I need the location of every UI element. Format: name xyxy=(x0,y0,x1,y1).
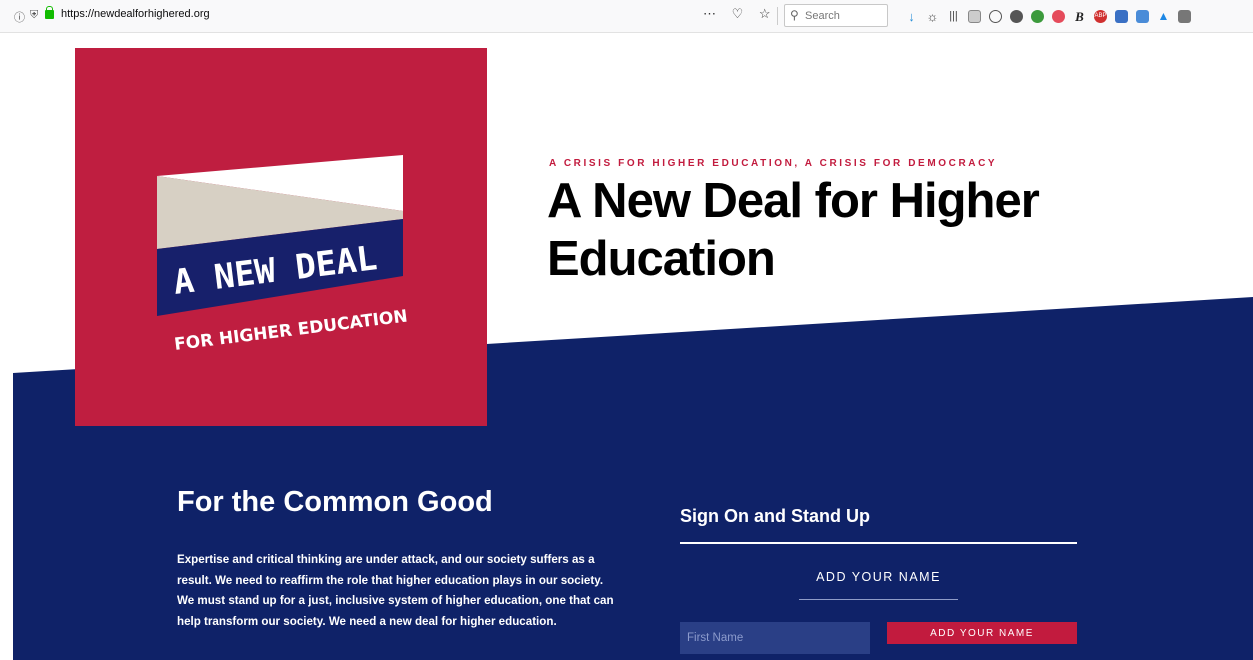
camera-icon[interactable] xyxy=(1178,9,1191,23)
extension-icon[interactable] xyxy=(1031,9,1044,23)
hero-eyebrow: A CRISIS FOR HIGHER EDUCATION, A CRISIS … xyxy=(549,158,998,169)
save-icon[interactable] xyxy=(1115,9,1128,23)
sign-on-divider xyxy=(680,542,1077,544)
extension-icons: ↓ ☼ ||| B ABP ▲ xyxy=(905,6,1191,26)
hero-section: A NEW DEAL FOR HIGHER EDUCATION A CRISIS… xyxy=(0,34,1253,660)
sign-on-title: Sign On and Stand Up xyxy=(680,506,870,526)
common-good-body: Expertise and critical thinking are unde… xyxy=(177,553,614,628)
shield-icon[interactable] xyxy=(1052,9,1065,23)
page-actions-menu[interactable]: ⋯ ♡ ☆ xyxy=(703,6,777,22)
info-icon[interactable]: ⓘ xyxy=(14,9,25,25)
page-title: A New Deal for Higher Education xyxy=(547,174,1040,286)
gear-icon[interactable]: ☼ xyxy=(926,10,939,23)
form-heading-underline xyxy=(799,599,958,600)
library-icon[interactable]: ||| xyxy=(947,10,960,23)
common-good-title: For the Common Good xyxy=(177,486,493,518)
search-icon: ⚲ xyxy=(790,8,799,22)
adblock-icon[interactable]: ABP xyxy=(1094,9,1107,23)
bookmark-icon[interactable]: B xyxy=(1073,10,1086,23)
first-name-input[interactable] xyxy=(680,622,870,654)
browser-toolbar: ⓘ ⛨ https://newdealforhighered.org ⋯ ♡ ☆… xyxy=(0,0,1253,33)
search-placeholder: Search xyxy=(805,10,840,22)
tracking-shield-icon[interactable]: ⛨ xyxy=(30,9,38,22)
toolbar-divider xyxy=(777,7,778,25)
logo-graphic: A NEW DEAL FOR HIGHER EDUCATION xyxy=(157,155,409,355)
extension-icon[interactable] xyxy=(1010,9,1023,23)
form-heading: ADD YOUR NAME xyxy=(816,570,941,584)
screenshot-icon[interactable] xyxy=(1136,9,1149,23)
extension-icon[interactable]: ▲ xyxy=(1157,9,1170,23)
site-logo[interactable]: A NEW DEAL FOR HIGHER EDUCATION xyxy=(75,48,487,426)
add-your-name-button[interactable]: ADD YOUR NAME xyxy=(887,622,1077,644)
account-icon[interactable] xyxy=(989,9,1002,23)
logo-line2: FOR HIGHER EDUCATION xyxy=(173,306,409,354)
address-bar[interactable]: https://newdealforhighered.org xyxy=(61,8,210,20)
reader-icon[interactable] xyxy=(968,9,981,23)
search-box[interactable]: ⚲ Search xyxy=(784,4,888,27)
download-icon[interactable]: ↓ xyxy=(905,10,918,23)
lock-icon[interactable] xyxy=(45,6,54,19)
